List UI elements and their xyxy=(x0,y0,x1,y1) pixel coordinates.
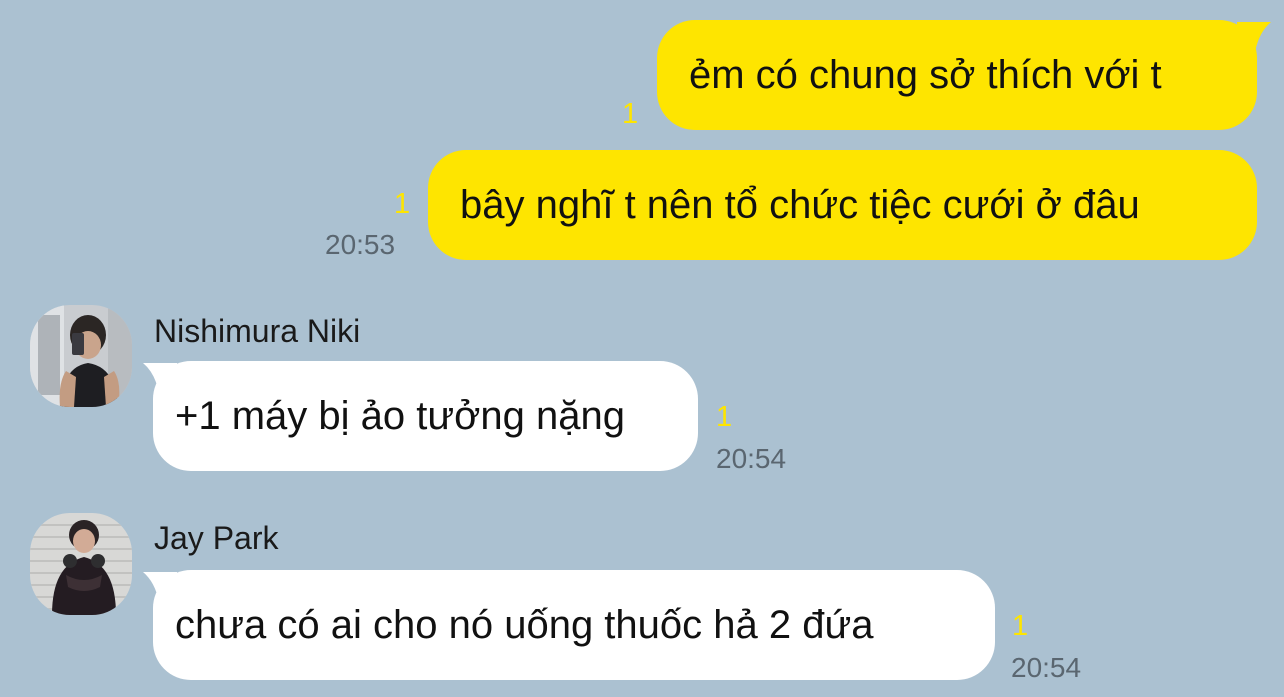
message-bubble[interactable]: bây nghĩ t nên tổ chức tiệc cưới ở đâu xyxy=(428,150,1257,260)
sender-name: Nishimura Niki xyxy=(154,313,361,349)
unread-count: 1 xyxy=(394,188,411,220)
avatar[interactable] xyxy=(30,305,132,407)
message-text: chưa có ai cho nó uống thuốc hả 2 đứa xyxy=(175,602,874,647)
message-text: ẻm có chung sở thích với t xyxy=(689,52,1162,97)
profile-photo-icon xyxy=(30,305,132,407)
message-timestamp: 20:54 xyxy=(1011,652,1082,683)
bubble-tail-icon xyxy=(143,363,177,393)
message-text: bây nghĩ t nên tổ chức tiệc cưới ở đâu xyxy=(460,182,1140,227)
bubble-tail-icon xyxy=(143,572,177,602)
message-bubble[interactable]: +1 máy bị ảo tưởng nặng xyxy=(153,361,698,471)
unread-count: 1 xyxy=(1012,610,1029,642)
message-bubble[interactable]: chưa có ai cho nó uống thuốc hả 2 đứa xyxy=(153,570,995,680)
sender-name: Jay Park xyxy=(154,520,279,556)
unread-count: 1 xyxy=(622,98,639,130)
message-bubble[interactable]: ẻm có chung sở thích với t xyxy=(657,20,1257,130)
profile-photo-icon xyxy=(30,513,132,615)
unread-count: 1 xyxy=(716,401,733,433)
message-timestamp: 20:53 xyxy=(325,229,396,260)
bubble-tail-icon xyxy=(1237,22,1271,52)
message-timestamp: 20:54 xyxy=(716,443,787,474)
message-text: +1 máy bị ảo tưởng nặng xyxy=(175,393,625,438)
avatar[interactable] xyxy=(30,513,132,615)
